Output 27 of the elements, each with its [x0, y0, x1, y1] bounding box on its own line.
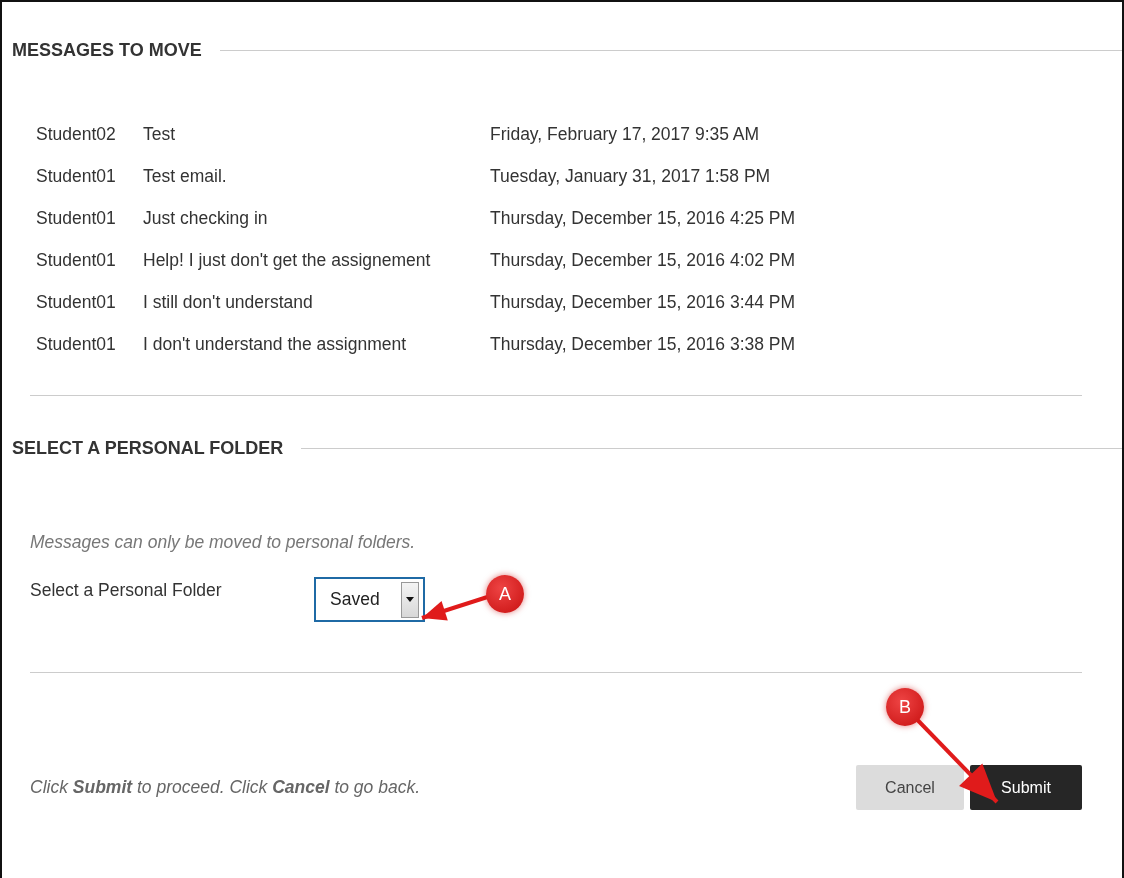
subject-cell-text: Help! I just don't get the assignement — [143, 249, 432, 271]
sender-cell-text: Student01 — [36, 249, 117, 271]
sender-cell-text: Student01 — [36, 333, 117, 355]
sender-cell-text: Student01 — [36, 165, 117, 187]
folder-note: Messages can only be moved to personal folders. — [30, 532, 417, 553]
date-cell: Thursday, December 15, 2016 3:38 PM — [490, 333, 796, 355]
date-cell: Thursday, December 15, 2016 4:25 PM — [490, 207, 796, 229]
subject-cell-text: Test — [143, 123, 177, 145]
subject-cell-text: Just checking in — [143, 207, 269, 229]
date-cell-text: Tuesday, January 31, 2017 1:58 PM — [490, 165, 772, 187]
subject-cell-text: I don't understand the assignment — [143, 333, 408, 355]
date-cell: Thursday, December 15, 2016 3:44 PM — [490, 291, 796, 313]
date-cell: Thursday, December 15, 2016 4:02 PM — [490, 249, 796, 271]
subject-cell-text: I still don't understand — [143, 291, 314, 313]
cancel-button[interactable]: Cancel — [856, 765, 964, 810]
callout-badge: A — [486, 575, 524, 613]
sender-cell-text: Student01 — [36, 291, 117, 313]
sender-cell-text: Student02 — [36, 123, 117, 145]
section-heading: SELECT A PERSONAL FOLDER — [12, 437, 284, 459]
sender-cell-text: Student01 — [36, 207, 117, 229]
date-cell-text: Friday, February 17, 2017 9:35 AM — [490, 123, 761, 145]
folder-select[interactable]: Saved — [314, 577, 425, 622]
callout-badge: B — [886, 688, 924, 726]
subject-cell-text: Test email. — [143, 165, 228, 187]
section-heading: MESSAGES TO MOVE — [12, 39, 202, 61]
instruction-text: Click Submit to proceed. Click Cancel to go back. — [30, 777, 421, 798]
field-label: Select a Personal Folder — [30, 579, 223, 601]
